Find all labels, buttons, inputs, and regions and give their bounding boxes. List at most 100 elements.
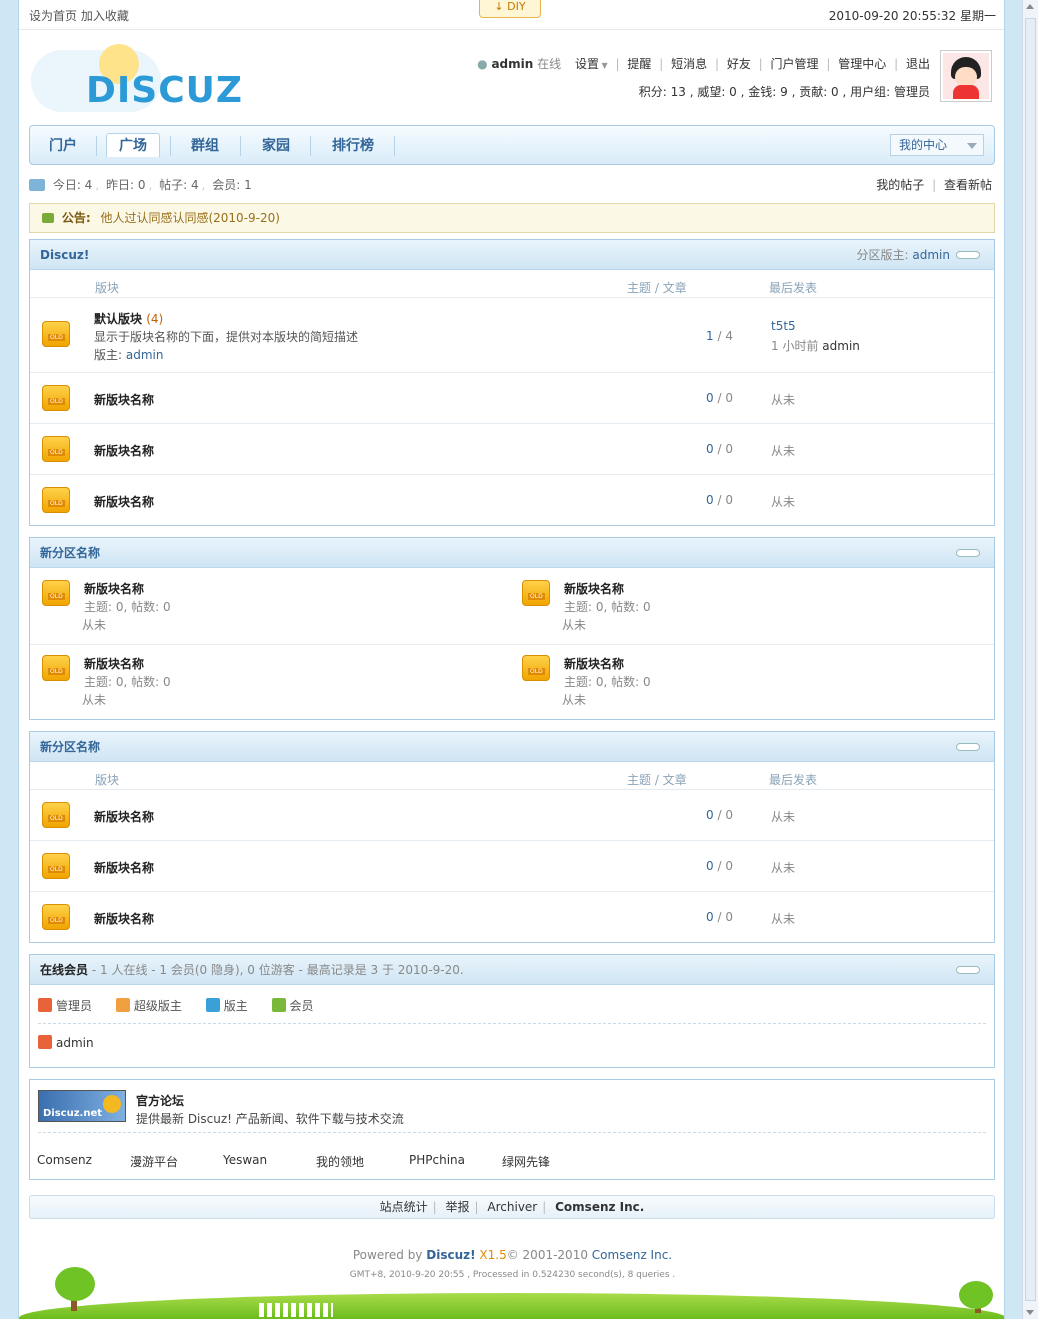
forum-counts: 0 / 0 <box>706 910 733 924</box>
diy-button[interactable]: ↓ DIY <box>479 0 541 18</box>
archiver-link[interactable]: Archiver <box>487 1200 537 1214</box>
forum-moderator-link[interactable]: admin <box>126 348 164 362</box>
last-post-user-link[interactable]: admin <box>822 339 860 353</box>
site-logo[interactable]: DISCUZ <box>31 42 251 120</box>
category-title[interactable]: Discuz! <box>40 248 89 262</box>
col-last: 最后发表 <box>769 281 818 295</box>
last-post: 从未 <box>771 444 796 458</box>
collapse-toggle-icon[interactable] <box>956 966 980 974</box>
forum-name[interactable]: 新版块名称 <box>564 655 624 672</box>
collapse-toggle-icon[interactable] <box>956 743 980 751</box>
last-post: 从未 <box>771 393 796 407</box>
forum-name[interactable]: 新版块名称 <box>94 859 154 876</box>
new-posts-link[interactable]: 查看新帖 <box>944 178 992 192</box>
nav-portal[interactable]: 门户 <box>38 134 88 158</box>
report-link[interactable]: 举报 <box>446 1200 470 1214</box>
nav-groups[interactable]: 群组 <box>178 134 232 158</box>
reminders-link[interactable]: 提醒 <box>627 57 651 71</box>
last-post-meta: 1 小时前 admin <box>771 339 860 353</box>
top-links: 设为首页 加入收藏 <box>29 7 129 24</box>
official-forum-title[interactable]: 官方论坛 <box>136 1092 184 1109</box>
nav-plaza[interactable]: 广场 <box>106 133 160 157</box>
link-phpchina[interactable]: PHPchina <box>409 1153 465 1167</box>
link-mydomain[interactable]: 我的领地 <box>316 1153 364 1170</box>
settings-link[interactable]: 设置 <box>575 57 599 71</box>
add-favorite-link[interactable]: 加入收藏 <box>81 9 129 23</box>
vertical-scrollbar[interactable] <box>1022 0 1038 1319</box>
discuz-link[interactable]: Discuz! <box>426 1248 475 1262</box>
logout-link[interactable]: 退出 <box>906 57 930 71</box>
category-title[interactable]: 新分区名称 <box>40 740 100 754</box>
legend-super-mod: 超级版主 <box>115 997 182 1014</box>
forum-folder-icon <box>42 436 70 462</box>
scroll-down-icon[interactable] <box>1026 1310 1034 1315</box>
forum-info: 主题: 0, 帖数: 0 <box>84 675 171 689</box>
site-stats-link[interactable]: 站点统计 <box>380 1200 428 1214</box>
set-home-link[interactable]: 设为首页 <box>29 9 77 23</box>
forum-counts: 0 / 0 <box>706 859 733 873</box>
forum-name[interactable]: 新版块名称 <box>94 910 154 927</box>
category-grid: 新分区名称 新版块名称 主题: 0, 帖数: 0 从未 新版块名称 主题: 0,… <box>29 537 995 720</box>
nav-divider <box>96 136 97 156</box>
moderator-link[interactable]: admin <box>912 248 950 262</box>
my-center-label: 我的中心 <box>899 138 948 152</box>
portal-admin-link[interactable]: 门户管理 <box>771 57 819 71</box>
col-forum: 版块 <box>95 281 120 295</box>
last-post-title[interactable]: t5t5 <box>771 319 796 333</box>
online-user[interactable]: admin <box>38 1035 94 1050</box>
my-posts-link[interactable]: 我的帖子 <box>876 178 924 192</box>
category-header: Discuz! 分区版主: admin <box>30 240 994 270</box>
forum-name[interactable]: 新版块名称 <box>94 493 154 510</box>
forum-name[interactable]: 默认版块 (4) <box>94 310 163 327</box>
forum-name[interactable]: 新版块名称 <box>94 442 154 459</box>
fence-decoration <box>259 1303 333 1317</box>
forum-row: 新版块名称 0 / 0 从未 <box>30 475 994 526</box>
announcement-link[interactable]: 他人过认同感认同感(2010-9-20) <box>100 211 279 225</box>
scrollbar-thumb[interactable] <box>1025 18 1036 1301</box>
online-summary: - 1 人在线 - 1 会员(0 隐身), 0 位游客 - 最高记录是 3 于 … <box>91 963 464 977</box>
forum-name[interactable]: 新版块名称 <box>84 580 144 597</box>
forum-name[interactable]: 新版块名称 <box>94 391 154 408</box>
nav-home[interactable]: 家园 <box>248 134 304 158</box>
link-comsenz[interactable]: Comsenz <box>37 1153 92 1167</box>
category-title[interactable]: 新分区名称 <box>40 546 100 560</box>
diy-label: DIY <box>507 0 526 13</box>
user-icon: ● <box>477 57 488 71</box>
col-threads: 主题 / 文章 <box>627 773 687 787</box>
link-greennet[interactable]: 绿网先锋 <box>502 1153 550 1170</box>
admin-center-link[interactable]: 管理中心 <box>838 57 886 71</box>
friends-link[interactable]: 好友 <box>727 57 751 71</box>
company-name[interactable]: Comsenz Inc. <box>555 1200 644 1214</box>
avatar[interactable] <box>940 50 992 102</box>
legend-admin: 管理员 <box>38 997 92 1014</box>
username-link[interactable]: admin <box>491 57 533 71</box>
forum-folder-icon <box>42 321 70 347</box>
messages-link[interactable]: 短消息 <box>671 57 707 71</box>
online-title[interactable]: 在线会员 <box>40 963 88 977</box>
divider: | <box>714 57 719 71</box>
divider: | <box>615 57 620 71</box>
user-icon <box>38 998 52 1012</box>
forum-info: 主题: 0, 帖数: 0 <box>564 675 651 689</box>
last-post: 从未 <box>82 693 107 707</box>
forum-description: 显示于版块名称的下面，提供对本版块的简短描述 <box>94 330 359 344</box>
category-header: 新分区名称 <box>30 732 994 762</box>
announcement-label: 公告: <box>61 211 91 225</box>
forum-name[interactable]: 新版块名称 <box>94 808 154 825</box>
forum-name[interactable]: 新版块名称 <box>564 580 624 597</box>
comsenz-link[interactable]: Comsenz Inc. <box>592 1248 672 1262</box>
my-center-dropdown[interactable]: 我的中心 <box>890 134 984 156</box>
forum-folder-icon <box>42 580 70 606</box>
copyright: © 2001-2010 <box>506 1248 588 1262</box>
forum-folder-icon <box>522 655 550 681</box>
nav-ranking[interactable]: 排行榜 <box>318 134 388 158</box>
forum-name[interactable]: 新版块名称 <box>84 655 144 672</box>
collapse-toggle-icon[interactable] <box>956 251 980 259</box>
forum-folder-icon <box>42 385 70 411</box>
scroll-up-icon[interactable] <box>1026 4 1034 9</box>
collapse-toggle-icon[interactable] <box>956 549 980 557</box>
link-manyou[interactable]: 漫游平台 <box>130 1153 178 1170</box>
category-moderator: 分区版主: admin <box>856 248 950 262</box>
link-yeswan[interactable]: Yeswan <box>223 1153 267 1167</box>
discuz-net-banner[interactable]: Discuz.net <box>38 1090 126 1122</box>
